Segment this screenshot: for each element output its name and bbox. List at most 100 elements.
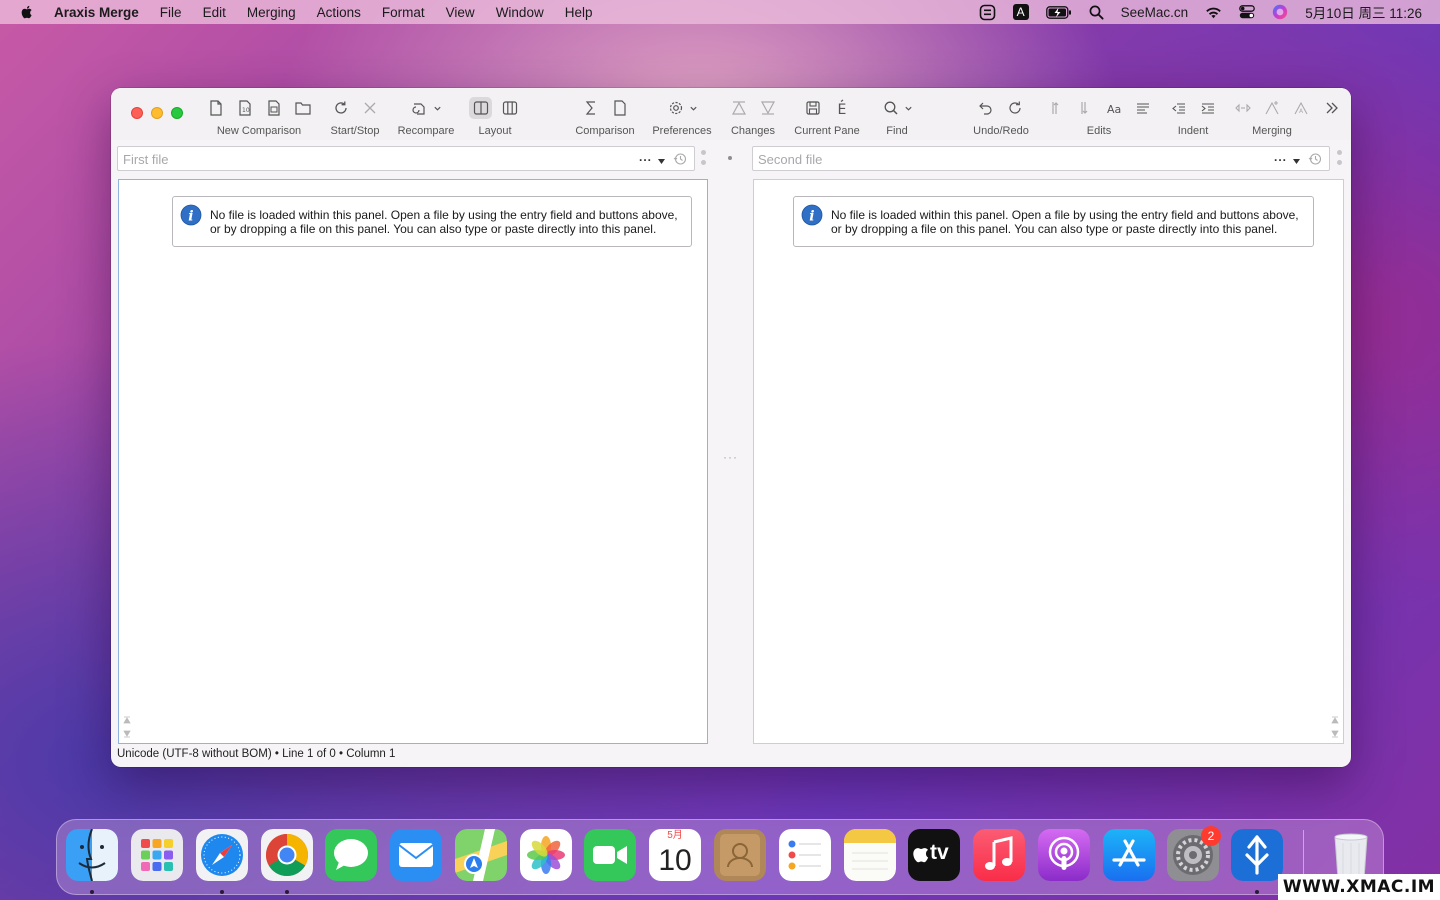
- scroll-arrows-icon[interactable]: [122, 715, 132, 739]
- toolbar-group-preferences[interactable]: Preferences: [649, 96, 715, 140]
- safari-icon[interactable]: [196, 829, 248, 881]
- chevron-down-icon[interactable]: [657, 153, 666, 164]
- new-binary-comparison-icon[interactable]: 10: [233, 97, 256, 119]
- battery-charging-icon[interactable]: [1045, 5, 1072, 19]
- second-file-input[interactable]: [758, 150, 1264, 168]
- history-icon[interactable]: [1308, 152, 1322, 166]
- app-store-icon[interactable]: [1103, 829, 1155, 881]
- music-icon[interactable]: [973, 829, 1025, 881]
- input-source-icon[interactable]: A: [1012, 4, 1029, 20]
- menu-merging[interactable]: Merging: [247, 5, 296, 20]
- clock[interactable]: 5月10日 周三 11:26: [1305, 2, 1422, 22]
- toolbar-group-find[interactable]: Find: [871, 96, 923, 140]
- menu-edit[interactable]: Edit: [203, 5, 226, 20]
- facetime-icon[interactable]: [584, 829, 636, 881]
- magnifier-icon[interactable]: [880, 97, 903, 119]
- indent-icon[interactable]: [1196, 97, 1219, 119]
- sigma-report-icon[interactable]: [579, 97, 602, 119]
- outdent-icon[interactable]: [1167, 97, 1190, 119]
- gear-icon[interactable]: [665, 97, 688, 119]
- apple-menu-icon[interactable]: [19, 4, 35, 20]
- merge-arrows-icon[interactable]: [1232, 97, 1255, 119]
- toolbar-group-merging: A Merging: [1229, 96, 1315, 140]
- window-minimize-button[interactable]: [151, 107, 163, 119]
- site-label[interactable]: SeeMac.cn: [1121, 5, 1189, 20]
- calendar-icon[interactable]: 5月 10: [649, 829, 701, 881]
- chevron-down-icon[interactable]: [688, 97, 700, 119]
- scroll-arrows-icon[interactable]: [1330, 715, 1340, 739]
- toolbar-overflow-chevron-icon[interactable]: [1320, 97, 1343, 119]
- clipboard-icon[interactable]: [979, 4, 996, 21]
- toolbar-group-recompare[interactable]: Recompare: [394, 96, 458, 140]
- svg-text:E: E: [837, 102, 846, 117]
- contacts-icon[interactable]: [714, 829, 766, 881]
- undo-icon[interactable]: [975, 97, 998, 119]
- siri-icon[interactable]: [1272, 4, 1288, 20]
- save-icon[interactable]: [801, 97, 824, 119]
- mail-icon[interactable]: [390, 829, 442, 881]
- watermark: WWW.XMAC.IM: [1278, 874, 1440, 900]
- move-down-icon[interactable]: [1073, 97, 1096, 119]
- stop-icon[interactable]: [358, 97, 381, 119]
- menu-view[interactable]: View: [446, 5, 475, 20]
- launchpad-icon[interactable]: [131, 829, 183, 881]
- finder-icon[interactable]: [66, 829, 118, 881]
- history-icon[interactable]: [673, 152, 687, 166]
- podcasts-icon[interactable]: [1038, 829, 1090, 881]
- chevron-down-icon[interactable]: [903, 97, 915, 119]
- merge-auto-icon[interactable]: A: [1290, 97, 1313, 119]
- menu-window[interactable]: Window: [496, 5, 544, 20]
- text-align-icon[interactable]: [1131, 97, 1154, 119]
- previous-change-icon[interactable]: [727, 97, 750, 119]
- redo-icon[interactable]: [1005, 97, 1028, 119]
- encoding-icon[interactable]: E: [830, 97, 853, 119]
- notes-icon[interactable]: [844, 829, 896, 881]
- wifi-icon[interactable]: [1205, 6, 1222, 19]
- second-file-pane[interactable]: i No file is loaded within this panel. O…: [753, 179, 1344, 744]
- move-up-icon[interactable]: [1044, 97, 1067, 119]
- right-panel-grip[interactable]: [1337, 150, 1343, 170]
- chrome-icon[interactable]: [261, 829, 313, 881]
- chevron-down-icon[interactable]: [432, 97, 444, 119]
- control-center-icon[interactable]: [1239, 5, 1256, 19]
- window-zoom-button[interactable]: [171, 107, 183, 119]
- reminders-icon[interactable]: [779, 829, 831, 881]
- toolbar: 10 New Comparison Start/Stop Recompare L…: [111, 88, 1351, 140]
- case-icon[interactable]: Aa: [1102, 97, 1125, 119]
- refresh-icon[interactable]: [329, 97, 352, 119]
- first-file-pane[interactable]: i No file is loaded within this panel. O…: [118, 179, 708, 744]
- araxis-merge-icon[interactable]: [1231, 829, 1283, 881]
- second-file-browse-button[interactable]: ...: [1274, 150, 1287, 164]
- menu-file[interactable]: File: [160, 5, 182, 20]
- menu-actions[interactable]: Actions: [317, 5, 361, 20]
- two-way-layout-icon[interactable]: [469, 97, 492, 119]
- messages-icon[interactable]: [325, 829, 377, 881]
- input-source-label: A: [1012, 4, 1029, 20]
- recompare-icon[interactable]: [409, 97, 432, 119]
- new-folder-comparison-icon[interactable]: [291, 97, 314, 119]
- new-text-comparison-icon[interactable]: [204, 97, 227, 119]
- first-file-input[interactable]: [123, 150, 629, 168]
- splitter-handle-dot[interactable]: [728, 156, 732, 160]
- menu-app-name[interactable]: Araxis Merge: [54, 5, 139, 20]
- status-menus: A SeeMac.cn 5月10日 周三 11:26: [962, 0, 1422, 24]
- spotlight-search-icon[interactable]: [1089, 5, 1104, 20]
- first-file-browse-button[interactable]: ...: [639, 150, 652, 164]
- three-way-layout-icon[interactable]: [498, 97, 521, 119]
- next-change-icon[interactable]: [756, 97, 779, 119]
- menu-format[interactable]: Format: [382, 5, 425, 20]
- new-image-comparison-icon[interactable]: [262, 97, 285, 119]
- document-icon[interactable]: [608, 97, 631, 119]
- window-close-button[interactable]: [131, 107, 143, 119]
- menu-help[interactable]: Help: [565, 5, 593, 20]
- maps-icon[interactable]: [455, 829, 507, 881]
- left-panel-grip[interactable]: [701, 150, 707, 170]
- photos-icon[interactable]: [520, 829, 572, 881]
- splitter[interactable]: ···: [723, 450, 738, 464]
- chevron-down-icon[interactable]: [1292, 153, 1301, 164]
- merge-up-icon[interactable]: [1261, 97, 1284, 119]
- svg-text:Aa: Aa: [1107, 103, 1121, 116]
- toolbar-group-indent: Indent: [1163, 96, 1223, 140]
- apple-tv-icon[interactable]: tv: [908, 829, 960, 881]
- running-indicator: [90, 890, 94, 894]
